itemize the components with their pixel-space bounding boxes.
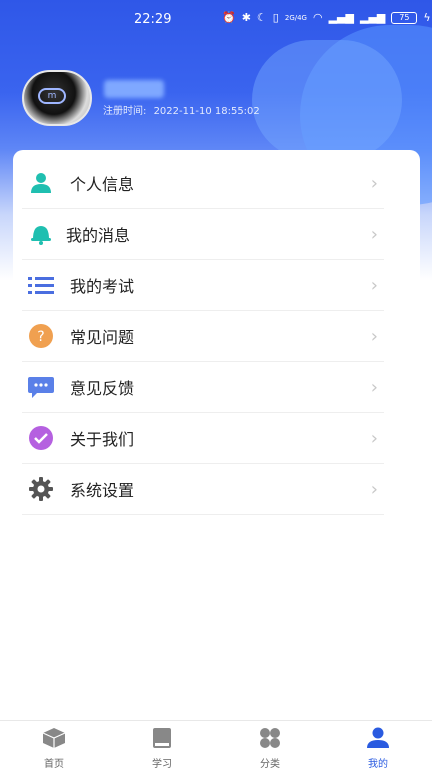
menu-item-faq[interactable]: ? 常见问题 › [22, 311, 384, 362]
menu-item-messages[interactable]: 我的消息 › [22, 209, 384, 260]
svg-text:?: ? [37, 329, 44, 345]
menu-item-settings[interactable]: 系统设置 › [22, 464, 384, 515]
person-icon [26, 168, 56, 198]
registration-value: 2022-11-10 18:55:02 [153, 106, 260, 117]
menu-label: 个人信息 [70, 175, 135, 194]
signal-icon: ▂▄▆ [359, 11, 386, 24]
list-icon [26, 270, 56, 300]
chevron-right-icon: › [370, 223, 378, 245]
menu-item-profile[interactable]: 个人信息 › [22, 158, 384, 209]
tab-category[interactable]: 分类 [216, 721, 324, 768]
box-icon [42, 727, 66, 753]
question-icon: ? [26, 321, 56, 351]
chat-icon [26, 372, 56, 402]
avatar-logo: m [38, 88, 66, 104]
tab-label: 学习 [152, 759, 172, 768]
menu-item-feedback[interactable]: 意见反馈 › [22, 362, 384, 413]
status-icons: ⏰ ✱ ☾ ▯ 2G/4G ◠ ▂▄▆ ▂▄▆ 75 ϟ [222, 11, 431, 24]
menu-label: 我的消息 [66, 226, 131, 245]
decor-bubble [252, 40, 402, 160]
menu-label: 系统设置 [70, 481, 135, 500]
book-icon [150, 727, 174, 753]
charging-icon: ϟ [423, 11, 431, 24]
status-bar: 22:29 ⏰ ✱ ☾ ▯ 2G/4G ◠ ▂▄▆ ▂▄▆ 75 ϟ [0, 0, 432, 38]
chevron-right-icon: › [370, 274, 378, 296]
menu-item-about[interactable]: 关于我们 › [22, 413, 384, 464]
menu-label: 关于我们 [70, 430, 135, 449]
menu-label: 常见问题 [70, 328, 135, 347]
menu-label: 我的考试 [70, 277, 135, 296]
avatar[interactable]: m [22, 70, 92, 126]
chevron-right-icon: › [370, 478, 378, 500]
chevron-right-icon: › [370, 325, 378, 347]
status-time: 22:29 [134, 12, 172, 27]
chevron-right-icon: › [370, 172, 378, 194]
chevron-right-icon: › [370, 376, 378, 398]
bottom-tab-bar: 首页 学习 分类 我的 [0, 720, 432, 768]
tab-home[interactable]: 首页 [0, 721, 108, 768]
tab-label: 首页 [44, 759, 64, 768]
chevron-right-icon: › [370, 427, 378, 449]
alarm-icon: ⏰ [222, 11, 236, 24]
network-label: 2G/4G [284, 13, 307, 22]
registration-label: 注册时间: [103, 106, 147, 117]
menu-label: 意见反馈 [70, 379, 135, 398]
registration-time: 注册时间: 2022-11-10 18:55:02 [103, 102, 260, 117]
user-icon [366, 727, 390, 753]
tab-label: 我的 [368, 759, 388, 768]
tab-label: 分类 [260, 759, 280, 768]
battery-icon: 75 [391, 11, 418, 24]
bluetooth-icon: ✱ [241, 11, 251, 24]
bell-icon [26, 219, 56, 249]
moon-icon: ☾ [256, 11, 267, 24]
wifi-icon: ◠ [312, 11, 323, 24]
tab-mine[interactable]: 我的 [324, 721, 432, 768]
signal-icon: ▂▄▆ [328, 11, 354, 24]
vibrate-icon: ▯ [272, 11, 279, 24]
tab-study[interactable]: 学习 [108, 721, 216, 768]
gear-icon [26, 474, 56, 504]
grid-icon [258, 727, 282, 753]
menu-item-exams[interactable]: 我的考试 › [22, 260, 384, 311]
check-badge-icon [26, 423, 56, 453]
username-blurred [104, 80, 164, 98]
